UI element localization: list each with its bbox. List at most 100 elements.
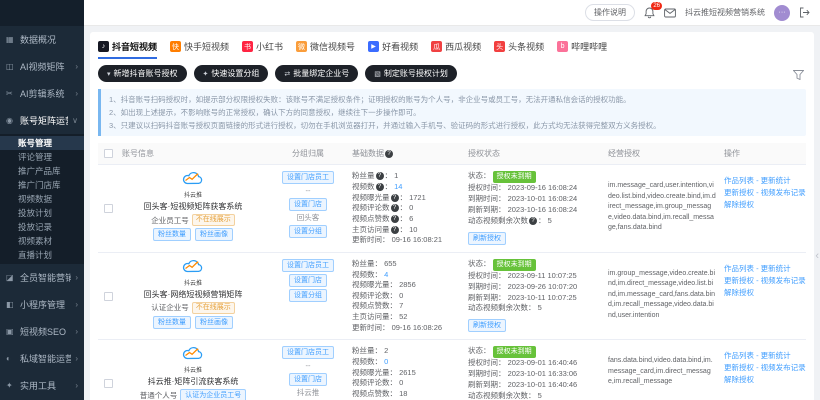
action-button-0[interactable]: ▾新增抖音账号授权: [98, 65, 187, 82]
table-header-cell: 账号信息: [118, 143, 268, 164]
alert-line: 1、抖音账号扫码授权时，如提示部分权限授权失败：该账号不满足授权条件；证明授权的…: [109, 93, 798, 106]
refresh-auth-button[interactable]: 刷新授权: [468, 319, 506, 332]
button-label: 快速设置分组: [211, 68, 259, 79]
tab-label: 头条视频: [508, 40, 544, 53]
fan-button[interactable]: 粉丝画像: [195, 228, 233, 241]
sidebar-subitem-8[interactable]: 直播计划: [0, 248, 84, 262]
tab-0[interactable]: ♪抖音短视频: [98, 40, 157, 59]
group-set-button[interactable]: 设置门店员工: [282, 259, 334, 272]
group-set-button[interactable]: 设置门店: [289, 198, 327, 211]
account-type: 认证企业号: [151, 302, 189, 313]
select-all-checkbox[interactable]: [104, 149, 113, 158]
account-type: 普通个人号: [140, 390, 178, 400]
sidebar-item-b-0[interactable]: ◪全员智能营销›: [0, 264, 84, 291]
sidebar-subitem-0[interactable]: 账号管理: [0, 136, 84, 150]
account-info: 抖云推回头客·网络短视频营销矩阵认证企业号不在线展示粉丝数量粉丝画像: [122, 259, 264, 329]
sidebar-subitem-6[interactable]: 投放记录: [0, 220, 84, 234]
sidebar-submenu: 账号管理评论管理推广产品库推广门店库视频数据投放计划投放记录视频素材直播计划: [0, 134, 84, 264]
offline-tag[interactable]: 不在线展示: [192, 302, 235, 314]
fan-button[interactable]: 粉丝数量: [153, 316, 191, 329]
account-name: 回头客·网络短视频营销矩阵: [144, 289, 243, 300]
header-label: 分组归属: [292, 149, 324, 158]
mail-icon[interactable]: [664, 8, 676, 18]
tab-7[interactable]: b哔哩哔哩: [557, 40, 607, 59]
table-header-cell: 分组归属: [268, 143, 348, 164]
logout-icon[interactable]: [799, 7, 810, 18]
tab-3[interactable]: 微微信视频号: [296, 40, 355, 59]
account-logo: [180, 171, 206, 190]
stat-value: 0: [409, 203, 413, 212]
stat-value[interactable]: 14: [394, 182, 402, 191]
tab-6[interactable]: 头头条视频: [494, 40, 544, 59]
account-name: 回头客·短视频矩阵获客系统: [144, 201, 243, 212]
stat-line: 视频评论数?： 0: [352, 203, 460, 214]
sidebar-item-b-4[interactable]: ✦实用工具›: [0, 372, 84, 399]
operation-link[interactable]: 更新授权 - 视频发布记录: [724, 362, 802, 374]
cloud-logo-icon: [180, 171, 206, 185]
refresh-auth-button[interactable]: 刷新授权: [468, 232, 506, 245]
stat-label: 主页访问量: [352, 312, 390, 321]
fan-button[interactable]: 粉丝画像: [195, 316, 233, 329]
fan-button[interactable]: 粉丝数量: [153, 228, 191, 241]
question-icon: ?: [376, 172, 384, 180]
tab-1[interactable]: 快快手短视频: [170, 40, 229, 59]
sidebar-subitem-1[interactable]: 评论管理: [0, 150, 84, 164]
sidebar-subitem-2[interactable]: 推广产品库: [0, 164, 84, 178]
tab-5[interactable]: 瓜西瓜视频: [431, 40, 481, 59]
stat-value[interactable]: 0: [384, 357, 388, 366]
avatar[interactable]: ···: [774, 5, 790, 21]
certify-button[interactable]: 认证为企业员工号: [180, 389, 246, 400]
operation-link[interactable]: 解除授权: [724, 199, 802, 211]
row-checkbox[interactable]: [104, 292, 113, 301]
sidebar-item-b-2[interactable]: ▣短视频SEO›: [0, 318, 84, 345]
group-set-button[interactable]: 设置门店员工: [282, 171, 334, 184]
table-header-cell: 操作: [720, 143, 806, 164]
sidebar-subitem-3[interactable]: 推广门店库: [0, 178, 84, 192]
status-line-value: ： 5: [528, 303, 542, 312]
tab-label: 好看视频: [382, 40, 418, 53]
row-checkbox[interactable]: [104, 204, 113, 213]
sidebar-subitem-5[interactable]: 投放计划: [0, 206, 84, 220]
operation-link[interactable]: 作品列表 - 更新统计: [724, 350, 802, 362]
group-set-button[interactable]: 设置分组: [289, 225, 327, 238]
sidebar-item-b-3[interactable]: ◐私域智能运营›: [0, 345, 84, 372]
action-button-3[interactable]: ▧制定账号授权计划: [365, 65, 457, 82]
operation-link[interactable]: 解除授权: [724, 374, 802, 386]
sidebar-item-label: 实用工具: [20, 379, 71, 392]
sidebar-item-2[interactable]: ✂AI剪辑系统›: [0, 80, 84, 107]
row-checkbox[interactable]: [104, 379, 113, 388]
filter-icon[interactable]: [793, 67, 804, 85]
status-line-label: 动态视频剩余次数: [468, 216, 528, 225]
help-button[interactable]: 操作说明: [585, 4, 635, 21]
sidebar-item-1[interactable]: ◫AI视频矩阵›: [0, 53, 84, 80]
stat-value[interactable]: 4: [384, 270, 388, 279]
operation-link[interactable]: 作品列表 - 更新统计: [724, 175, 802, 187]
group-set-button[interactable]: 设置门店: [289, 373, 327, 386]
action-button-1[interactable]: ✦快速设置分组: [194, 65, 269, 82]
operation-link[interactable]: 更新授权 - 视频发布记录: [724, 187, 802, 199]
question-icon: ?: [391, 226, 399, 234]
cloud-logo-icon: [180, 346, 206, 360]
sidebar-subitem-4[interactable]: 视频数据: [0, 192, 84, 206]
group-set-button[interactable]: 设置门店: [289, 274, 327, 287]
header-label: 操作: [724, 149, 740, 158]
collapse-handle-icon[interactable]: ‹: [815, 250, 819, 262]
operation-link[interactable]: 更新授权 - 视频发布记录: [724, 275, 802, 287]
offline-tag[interactable]: 不在线展示: [192, 214, 235, 226]
tab-4[interactable]: ▶好看视频: [368, 40, 418, 59]
group-set-button[interactable]: 设置分组: [289, 289, 327, 302]
tab-2[interactable]: 书小红书: [242, 40, 283, 59]
status-line-label: 授权时间: [468, 183, 498, 192]
sidebar-item-b-1[interactable]: ◧小程序管理›: [0, 291, 84, 318]
group-set-button[interactable]: 设置门店员工: [282, 346, 334, 359]
status-line-value: ： 2023-10-01 16:33:06: [498, 369, 577, 378]
operation-link[interactable]: 解除授权: [724, 287, 802, 299]
chevron-right-icon: ›: [75, 273, 78, 282]
action-button-2[interactable]: ⇄批量绑定企业号: [275, 65, 358, 82]
status-line: 授权时间： 2023-09-11 10:07:25: [468, 271, 600, 282]
sidebar-subitem-7[interactable]: 视频素材: [0, 234, 84, 248]
sidebar-item-3[interactable]: ◉账号矩阵运营∨: [0, 107, 84, 134]
sidebar-item-0[interactable]: ▦数据概况: [0, 26, 84, 53]
operation-link[interactable]: 作品列表 - 更新统计: [724, 263, 802, 275]
notification-bell-icon[interactable]: 26: [644, 7, 655, 19]
